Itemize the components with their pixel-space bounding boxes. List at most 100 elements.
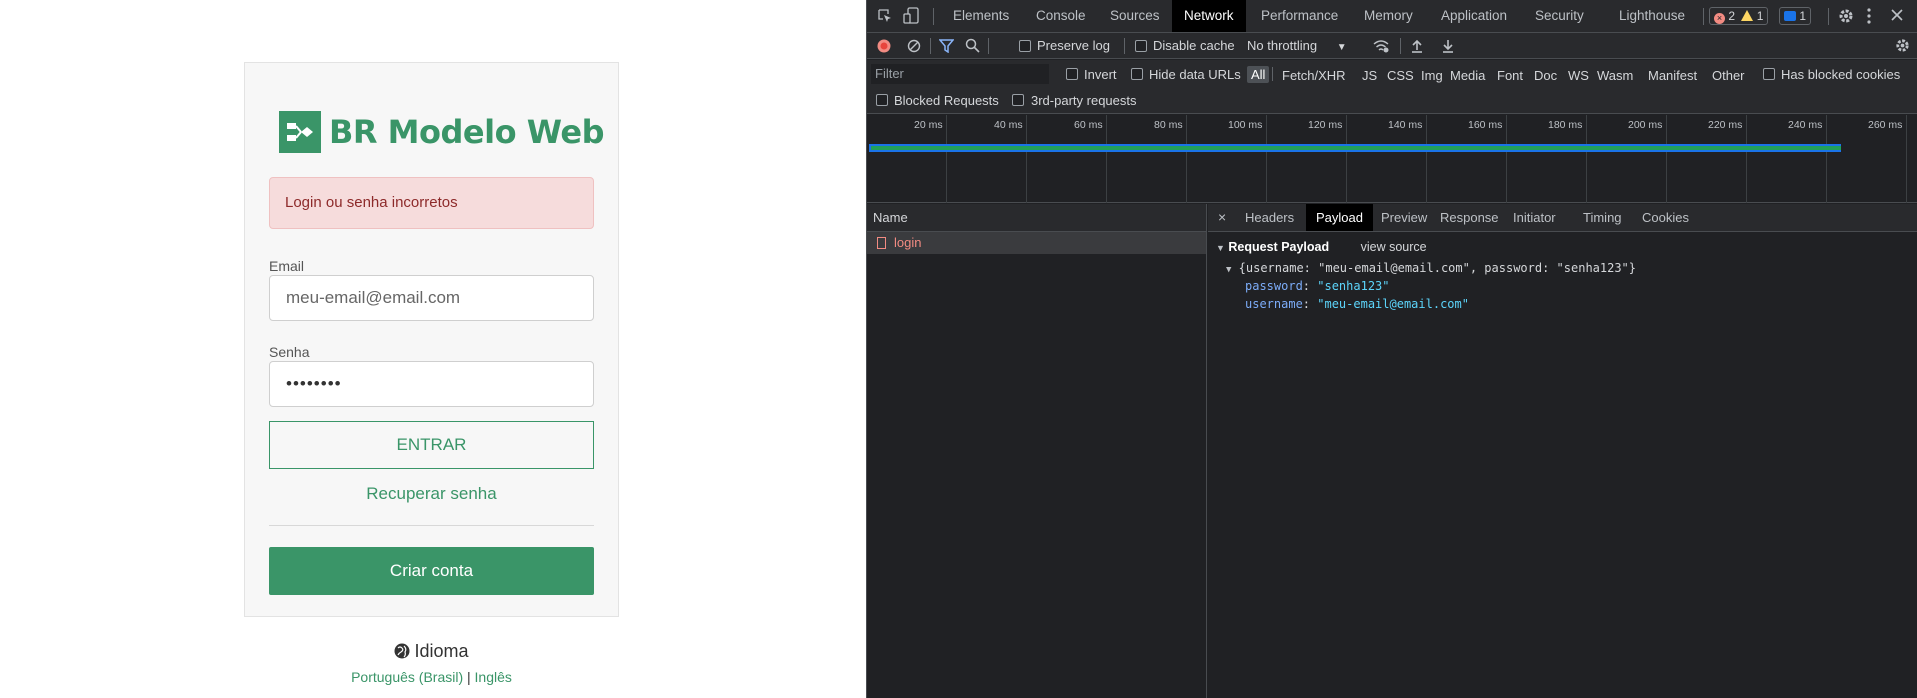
third-party-checkbox[interactable] — [1012, 94, 1024, 106]
gridline — [1106, 115, 1107, 203]
import-har-icon[interactable] — [1410, 38, 1424, 56]
create-account-button[interactable]: Criar conta — [269, 547, 594, 595]
timeline-overview[interactable]: 20 ms 40 ms 60 ms 80 ms 100 ms 120 ms 14… — [867, 115, 1917, 203]
view-source-link[interactable]: view source — [1361, 240, 1427, 254]
filter-type-manifest[interactable]: Manifest — [1648, 68, 1697, 83]
filter-type-media[interactable]: Media — [1450, 68, 1485, 83]
payload-summary-row[interactable]: ▼ {username: "meu-email@email.com", pass… — [1216, 261, 1636, 279]
filter-type-ws[interactable]: WS — [1568, 68, 1589, 83]
close-devtools-icon[interactable] — [1890, 8, 1904, 25]
password-input[interactable]: •••••••• — [269, 361, 594, 407]
filter-type-other[interactable]: Other — [1712, 68, 1745, 83]
request-details: × Headers Payload Preview Response Initi… — [1208, 204, 1917, 698]
filter-type-fetch-xhr[interactable]: Fetch/XHR — [1282, 68, 1346, 83]
invert-checkbox[interactable] — [1066, 68, 1078, 80]
filter-type-js[interactable]: JS — [1362, 68, 1377, 83]
dropdown-arrow-icon: ▼ — [1336, 42, 1347, 53]
throttling-value: No throttling — [1247, 38, 1318, 53]
preserve-log-checkbox[interactable] — [1019, 40, 1031, 52]
hide-data-urls-checkbox[interactable] — [1131, 68, 1143, 80]
close-details-icon[interactable]: × — [1218, 204, 1226, 231]
tab-sources[interactable]: Sources — [1110, 0, 1160, 32]
tab-response[interactable]: Response — [1440, 204, 1499, 231]
third-party-label: 3rd-party requests — [1031, 93, 1137, 108]
filter-bar: Filter Invert Hide data URLs All Fetch/X… — [867, 60, 1917, 114]
issues-counter[interactable]: × 2 1 — [1709, 7, 1769, 25]
gridline — [1826, 115, 1827, 203]
blocked-requests-checkbox[interactable] — [876, 94, 888, 106]
gridline — [1906, 115, 1907, 203]
filter-type-wasm[interactable]: Wasm — [1597, 68, 1633, 83]
name-column-header[interactable]: Name — [867, 204, 1206, 232]
tab-network[interactable]: Network — [1172, 0, 1246, 32]
email-label: Email — [269, 258, 305, 274]
tab-cookies[interactable]: Cookies — [1642, 204, 1689, 231]
payload-value: "senha123" — [1317, 279, 1390, 293]
tab-console[interactable]: Console — [1036, 0, 1086, 32]
request-list: Name login — [867, 204, 1207, 698]
payload-panel: ▼ Request Payload view source ▼ {usernam… — [1216, 240, 1636, 315]
gridline — [1746, 115, 1747, 203]
login-button[interactable]: ENTRAR — [269, 421, 594, 469]
tab-timing[interactable]: Timing — [1583, 204, 1622, 231]
filter-type-img[interactable]: Img — [1421, 68, 1443, 83]
timeline-tick: 180 ms — [1548, 119, 1583, 131]
network-conditions-icon[interactable] — [1372, 38, 1390, 57]
record-icon[interactable] — [877, 39, 891, 56]
filter-type-font[interactable]: Font — [1497, 68, 1523, 83]
clear-icon[interactable] — [907, 39, 921, 56]
device-toolbar-icon[interactable] — [903, 7, 921, 28]
payload-title: Request Payload — [1228, 240, 1330, 254]
tab-application[interactable]: Application — [1441, 0, 1507, 32]
email-input[interactable]: meu-email@email.com — [269, 275, 594, 321]
timeline-tick: 240 ms — [1788, 119, 1823, 131]
tab-memory[interactable]: Memory — [1364, 0, 1413, 32]
tab-payload[interactable]: Payload — [1306, 204, 1373, 231]
settings-gear-icon[interactable] — [1837, 7, 1855, 28]
filter-icon[interactable] — [938, 39, 955, 56]
has-blocked-cookies-checkbox[interactable] — [1763, 68, 1775, 80]
filter-type-doc[interactable]: Doc — [1534, 68, 1557, 83]
disable-cache-checkbox[interactable] — [1135, 40, 1147, 52]
preserve-log-label: Preserve log — [1037, 38, 1110, 53]
tab-initiator[interactable]: Initiator — [1513, 204, 1556, 231]
tab-preview[interactable]: Preview — [1381, 204, 1427, 231]
search-icon[interactable] — [965, 38, 980, 56]
request-row-login[interactable]: login — [867, 232, 1206, 254]
request-name: login — [894, 235, 922, 250]
network-settings-icon[interactable] — [1894, 37, 1911, 57]
tab-performance[interactable]: Performance — [1261, 0, 1338, 32]
tab-security[interactable]: Security — [1535, 0, 1584, 32]
lang-en-link[interactable]: Inglês — [475, 669, 512, 685]
expand-triangle-icon[interactable]: ▼ — [1216, 243, 1225, 253]
timeline-tick: 40 ms — [994, 119, 1023, 131]
filter-type-css[interactable]: CSS — [1387, 68, 1414, 83]
messages-counter[interactable]: 1 — [1779, 7, 1812, 25]
language-label: Idioma — [414, 641, 469, 661]
filter-type-all[interactable]: All — [1247, 66, 1270, 83]
payload-key: password — [1245, 279, 1303, 293]
tab-elements[interactable]: Elements — [953, 0, 1009, 32]
export-har-icon[interactable] — [1441, 38, 1455, 56]
er-diagram-logo-icon — [279, 111, 321, 153]
email-placeholder: meu-email@email.com — [286, 288, 461, 307]
timeline-tick: 80 ms — [1154, 119, 1183, 131]
more-options-icon[interactable] — [1866, 7, 1872, 28]
timeline-tick: 260 ms — [1868, 119, 1903, 131]
brand: BR Modelo Web — [279, 111, 604, 153]
timeline-tick: 160 ms — [1468, 119, 1503, 131]
throttling-select[interactable]: No throttling ▼ — [1247, 38, 1347, 53]
recover-password-link[interactable]: Recuperar senha — [269, 484, 594, 504]
globe-icon — [394, 643, 410, 664]
tab-lighthouse[interactable]: Lighthouse — [1619, 0, 1685, 32]
language-heading: Idioma — [244, 641, 619, 664]
lang-pt-link[interactable]: Português (Brasil) — [351, 669, 463, 685]
password-value: •••••••• — [286, 374, 342, 393]
separator — [1124, 38, 1125, 54]
separator — [1828, 8, 1829, 25]
timeline-tick: 120 ms — [1308, 119, 1343, 131]
tab-headers[interactable]: Headers — [1245, 204, 1294, 231]
inspect-element-icon[interactable] — [877, 8, 893, 27]
document-icon — [877, 237, 886, 249]
filter-input[interactable]: Filter — [871, 64, 1049, 84]
